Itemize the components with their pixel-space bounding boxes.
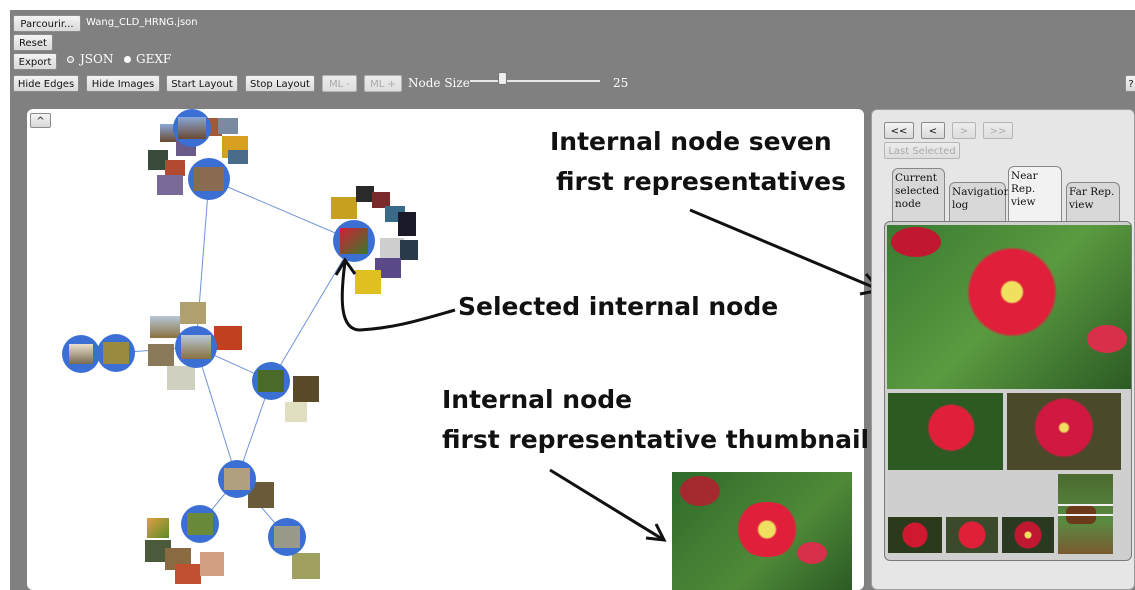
rep-image-main[interactable]	[887, 225, 1131, 389]
rep-image-7[interactable]	[1058, 474, 1113, 554]
nav-first-button[interactable]: <<	[884, 122, 914, 139]
annotation-selected-node: Selected internal node	[458, 292, 779, 321]
rep-image-6[interactable]	[1002, 517, 1054, 553]
rep-image-3[interactable]	[1007, 393, 1121, 470]
tab-near-rep-view[interactable]: Near Rep. view	[1008, 166, 1062, 224]
nav-next-button[interactable]: >	[952, 122, 976, 139]
edge	[270, 240, 355, 382]
annotation-thumb-line1: Internal node	[442, 385, 633, 414]
tab-current-selected-node[interactable]: Current selected node	[892, 168, 945, 222]
representative-thumbnail	[672, 472, 852, 590]
annotation-internal-seven-line1: Internal node seven	[550, 127, 832, 156]
tab-navigation-log[interactable]: Navigation log	[949, 182, 1010, 222]
last-selected-button[interactable]: Last Selected	[884, 142, 960, 159]
cluster-horse-thumbnails	[285, 376, 319, 422]
arrow-to-thumbnail	[549, 468, 665, 542]
nav-prev-button[interactable]: <	[921, 122, 945, 139]
annotation-internal-seven-line2: first representatives	[556, 167, 846, 196]
rep-image-2[interactable]	[888, 393, 1003, 470]
rep-image-4[interactable]	[888, 517, 942, 553]
rep-image-5[interactable]	[946, 517, 998, 553]
arrow-to-near-view	[689, 208, 881, 292]
nav-last-button[interactable]: >>	[983, 122, 1013, 139]
annotation-thumb-line2: first representative thumbnail	[442, 425, 870, 454]
tab-far-rep-view[interactable]: Far Rep. view	[1066, 182, 1120, 222]
